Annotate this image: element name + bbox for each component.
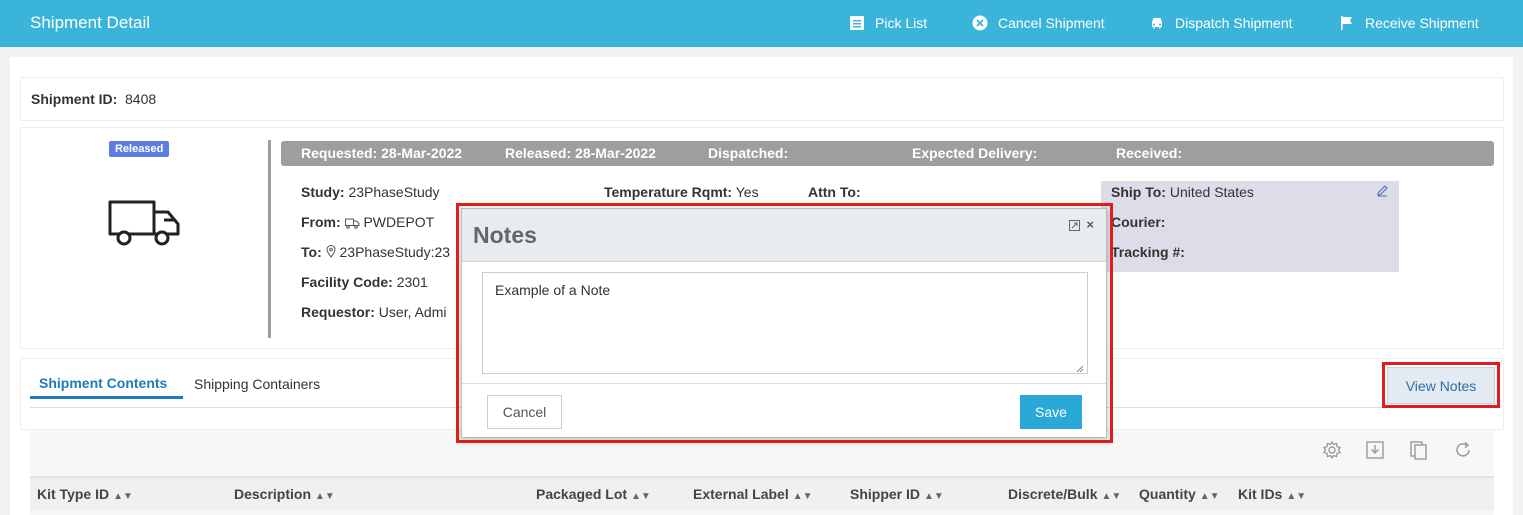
facility-code-field: Facility Code: 2301 [301,274,428,290]
dispatch-shipment-label: Dispatch Shipment [1175,15,1293,31]
truck-icon [106,196,182,251]
divider [268,140,271,338]
status-badge: Released [109,141,170,157]
sort-icon: ▲▼ [315,491,335,502]
active-tab-indicator [30,396,183,399]
facility-code-label: Facility Code: [301,274,393,290]
sort-icon: ▲▼ [924,491,944,502]
dispatch-shipment-button[interactable]: Dispatch Shipment [1149,15,1293,31]
status-timeline-bar: Requested: 28-Mar-2022 Released: 28-Mar-… [281,141,1494,166]
to-field: To: 23PhaseStudy:23 [301,244,450,261]
column-header-packaged-lot[interactable]: Packaged Lot ▲▼ [536,486,651,502]
dispatched-date: Dispatched: [708,145,789,161]
courier-field: Courier: [1111,214,1165,230]
temperature-value: Yes [735,184,759,200]
requestor-field: Requestor: User, Admi [301,304,447,320]
top-bar: Shipment Detail Pick List Cancel Shipmen… [0,0,1523,47]
from-label: From: [301,214,341,230]
to-label: To: [301,244,322,260]
study-label: Study: [301,184,345,200]
attn-to-field: Attn To: [808,184,861,200]
shipment-id-value: 8408 [125,91,157,107]
cancel-shipment-label: Cancel Shipment [998,15,1105,31]
pick-list-button[interactable]: Pick List [849,15,927,31]
sort-icon: ▲▼ [1199,491,1220,502]
column-header-external-label[interactable]: External Label ▲▼ [693,486,813,502]
tab-shipping-containers[interactable]: Shipping Containers [194,376,320,392]
courier-label: Courier: [1111,214,1166,230]
ship-to-label: Ship To: [1111,184,1166,200]
requestor-value: User, Admi [378,304,447,320]
pick-list-label: Pick List [875,15,928,31]
requested-date: Requested: 28-Mar-2022 [301,145,463,161]
column-header-kit-ids[interactable]: Kit IDs ▲▼ [1238,486,1306,502]
list-icon [850,16,864,30]
ship-to-field: Ship To: United States [1111,184,1254,200]
from-field: From: PWDEPOT [301,214,434,232]
expected-delivery-date: Expected Delivery: [912,145,1038,161]
sort-icon: ▲▼ [792,491,813,502]
receive-shipment-button[interactable]: Receive Shipment [1339,15,1479,31]
receive-shipment-label: Receive Shipment [1365,15,1479,31]
flag-icon [1341,16,1352,30]
shipment-id-label: Shipment ID: [31,91,118,107]
temperature-label: Temperature Rqmt: [604,184,733,200]
map-pin-icon [326,245,336,261]
tracking-label: Tracking #: [1111,244,1185,260]
sort-icon: ▲▼ [1286,491,1307,502]
column-header-description[interactable]: Description ▲▼ [234,486,335,502]
released-date: Released: 28-Mar-2022 [505,145,656,161]
tab-shipment-contents[interactable]: Shipment Contents [39,375,167,391]
study-field: Study: 23PhaseStudy [301,184,440,200]
column-header-quantity[interactable]: Quantity ▲▼ [1139,486,1220,502]
sort-icon: ▲▼ [631,491,651,502]
column-header-kit-type-id[interactable]: Kit Type ID ▲▼ [37,486,133,502]
tracking-field: Tracking #: [1111,244,1185,260]
ship-to-value: United States [1169,184,1254,200]
column-header-discrete-bulk[interactable]: Discrete/Bulk ▲▼ [1008,486,1121,502]
copy-icon[interactable] [1410,440,1428,463]
sort-icon: ▲▼ [113,491,133,502]
study-value: 23PhaseStudy [348,184,440,200]
facility-code-value: 2301 [396,274,428,290]
settings-gear-icon[interactable] [1322,440,1342,463]
shipment-id-row: Shipment ID: 8408 [20,77,1504,121]
modal-highlight [456,203,1113,443]
download-icon[interactable] [1366,440,1384,463]
requestor-label: Requestor: [301,304,375,320]
temperature-field: Temperature Rqmt: Yes [604,184,759,200]
to-value: 23PhaseStudy:23 [339,244,451,260]
view-notes-highlight [1382,362,1500,408]
edit-pencil-icon[interactable] [1376,184,1389,200]
truck-small-icon [344,216,360,232]
cancel-shipment-button[interactable]: Cancel Shipment [972,15,1105,31]
car-icon [1152,18,1162,29]
page-title: Shipment Detail [30,13,151,32]
received-date: Received: [1116,145,1183,161]
column-header-shipper-id[interactable]: Shipper ID ▲▼ [850,486,944,502]
from-value: PWDEPOT [363,214,435,230]
refresh-icon[interactable] [1453,440,1473,463]
close-circle-icon [972,15,988,31]
sort-icon: ▲▼ [1101,491,1122,502]
attn-to-label: Attn To: [808,184,861,200]
